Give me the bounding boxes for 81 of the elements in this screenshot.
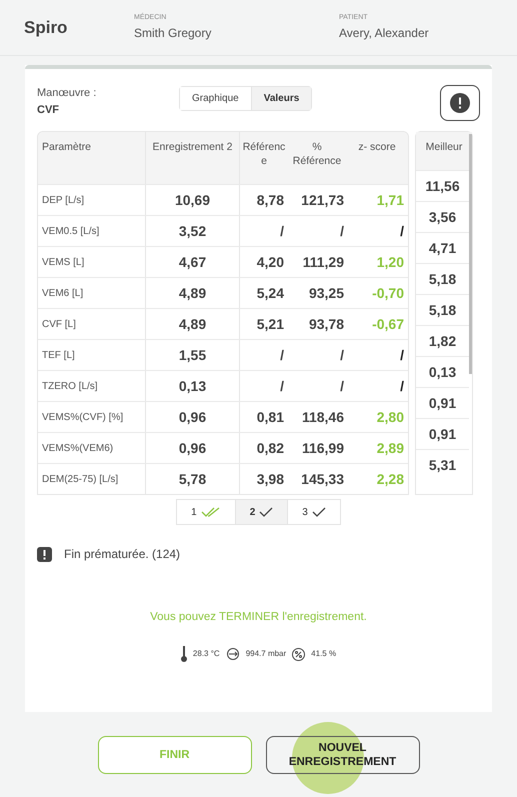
reference-cell-text: 3,98	[256, 470, 285, 488]
reference-cell-text: /	[279, 222, 285, 240]
parameter-cell: TZERO [L/s]	[38, 371, 146, 401]
parameter-cell: CVF [L]	[38, 309, 146, 339]
column-header: Paramètre	[38, 132, 146, 184]
parameter-cell: DEM(25-75) [L/s]	[38, 464, 146, 494]
recording-cell: 4,89	[146, 278, 240, 308]
parameter-cell: VEM6 [L]	[38, 278, 146, 308]
gauge-icon	[226, 648, 240, 660]
exclamation-icon	[450, 93, 470, 113]
zscore-cell-text: 2,80	[376, 408, 405, 426]
zscore-cell-text: /	[399, 376, 405, 396]
maneuver-label: Manœuvre :	[37, 86, 98, 101]
reference-cell-text: 0,82	[256, 438, 285, 458]
recording-tab[interactable]: 2	[234, 500, 288, 524]
parameter-cell: VEMS%(CVF) [%]	[38, 402, 146, 432]
recording-cell: 3,52	[146, 216, 240, 246]
reference-cell-text: /	[279, 346, 285, 364]
zscore-cell-text: /	[399, 222, 405, 240]
status-message: Vous pouvez TERMINER l'enregistrement.	[149, 610, 368, 625]
percent-cell-text: /	[339, 346, 345, 364]
zscore-cell-text: -0,67	[371, 314, 405, 334]
recording-cell: 1,55	[146, 340, 240, 370]
reference-cell-text: 0,81	[256, 408, 285, 426]
best-value-cell: 0,91	[416, 387, 469, 418]
zscore-cell-text: /	[399, 346, 405, 364]
check-icon	[312, 507, 326, 517]
check-icon	[259, 507, 274, 517]
app-title: Spiro	[24, 16, 68, 39]
humidity-reading: 41.5 %	[311, 648, 336, 660]
temperature-reading: 28.3 °C	[192, 648, 220, 660]
reference-cell-text: /	[279, 376, 285, 396]
recording-cell: 4,67	[146, 247, 240, 277]
reference-cell-text: 5,21	[256, 314, 285, 334]
pressure-reading: 994.7 mbar	[246, 648, 286, 660]
patient-name: Avery, Alexander	[339, 24, 429, 42]
zscore-cell-text: 2,89	[376, 438, 405, 458]
column-header: z- score	[357, 140, 397, 155]
column-header: Meilleur	[416, 132, 472, 170]
percent-cell-text: 121,73	[300, 190, 345, 210]
reference-cell-text: 8,78	[256, 190, 285, 210]
reference-cell-text: 4,20	[256, 252, 285, 272]
double-check-icon	[200, 507, 221, 517]
alert-button[interactable]	[440, 85, 480, 121]
view-tab[interactable]: Valeurs	[250, 87, 312, 110]
recording-cell: 5,78	[146, 464, 240, 494]
percent-cell-text: /	[339, 222, 345, 240]
thermometer-icon	[180, 646, 187, 662]
percent-cell-text: 145,33	[300, 470, 345, 488]
warning-icon	[37, 546, 52, 562]
percent-cell-text: 93,78	[308, 314, 345, 334]
best-value-cell: 0,91	[416, 418, 469, 449]
recording-cell: 4,89	[146, 309, 240, 339]
recording-cell: 0,13	[146, 371, 240, 401]
zscore-cell-text: -0,70	[371, 284, 405, 302]
percent-cell-text: /	[339, 376, 345, 396]
parameter-cell: DEP [L/s]	[38, 185, 146, 215]
parameter-cell: VEMS%(VEM6)	[38, 433, 146, 463]
reference-cell-text: 5,24	[256, 284, 285, 302]
recording-cell: 0,96	[146, 402, 240, 432]
recording-cell: 10,69	[146, 185, 240, 215]
warning-text: Fin prématurée. (124)	[64, 546, 180, 563]
scrollbar[interactable]	[469, 134, 472, 374]
percent-cell-text: 118,46	[300, 408, 345, 426]
recording-cell: 0,96	[146, 433, 240, 463]
percent-cell-text: 93,25	[308, 284, 345, 302]
zscore-cell-text: 1,20	[376, 252, 405, 272]
column-header: Enregistrement 2	[146, 132, 240, 184]
parameter-cell: VEMS [L]	[38, 247, 146, 277]
parameter-cell: VEM0.5 [L/s]	[38, 216, 146, 246]
maneuver-value: CVF	[37, 102, 60, 118]
percent-cell-text: 111,29	[302, 252, 345, 272]
column-header: Référenc e	[242, 140, 286, 169]
doctor-name: Smith Gregory	[134, 24, 212, 42]
parameter-cell: TEF [L]	[38, 340, 146, 370]
zscore-cell-text: 1,71	[376, 190, 405, 210]
zscore-cell-text: 2,28	[376, 470, 405, 488]
percent-icon	[292, 648, 306, 661]
percent-cell-text: 116,99	[300, 438, 345, 458]
best-value-cell: 5,31	[416, 449, 469, 480]
column-header: % Référence	[292, 140, 342, 169]
